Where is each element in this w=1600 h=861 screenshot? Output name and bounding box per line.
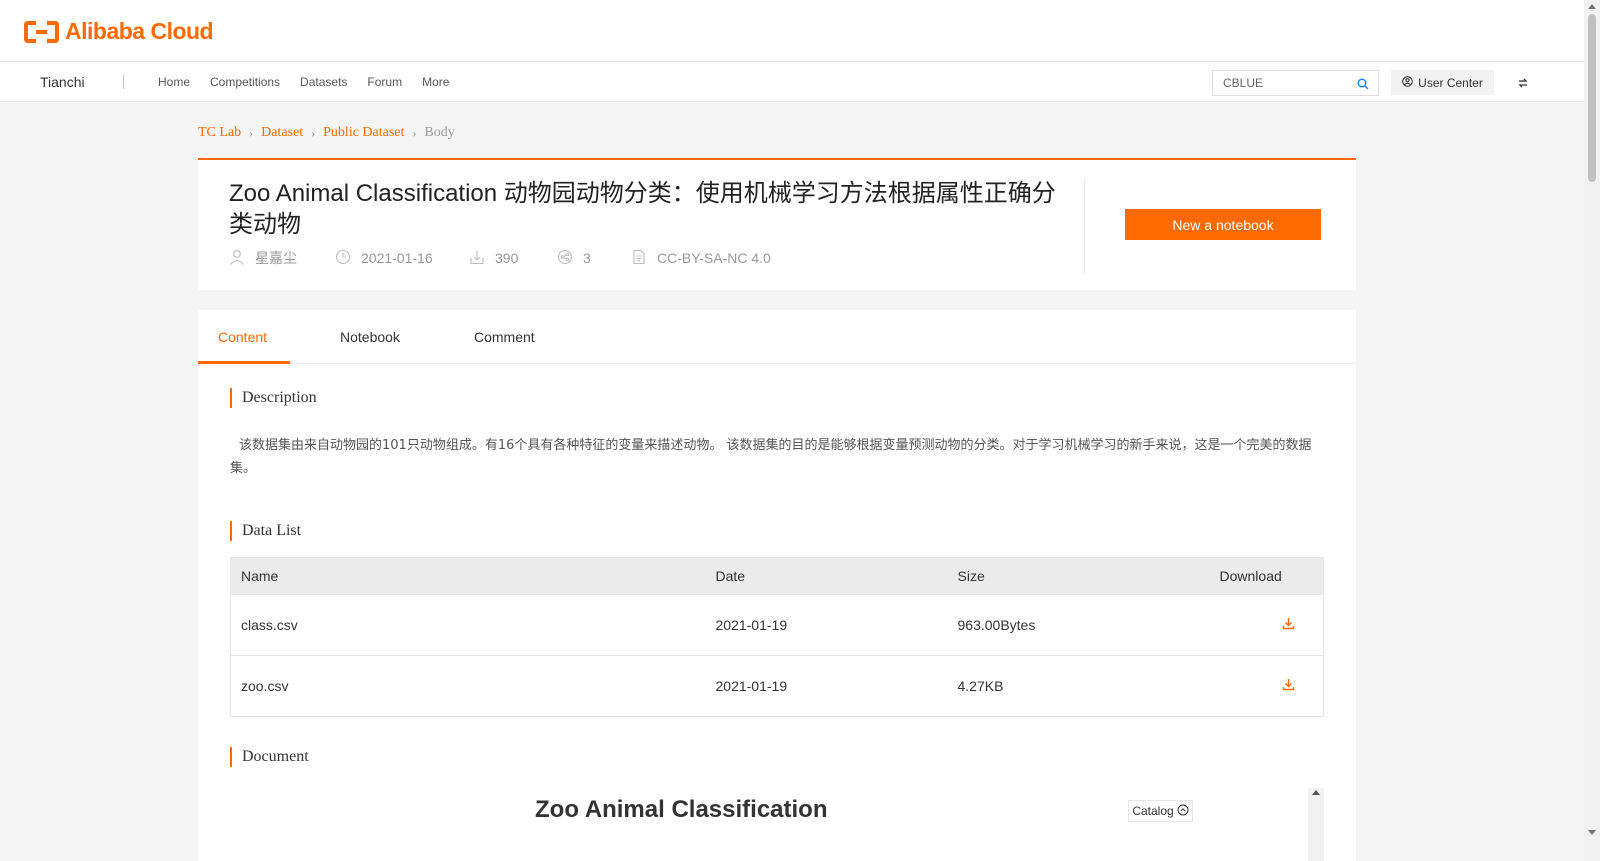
clock-icon	[335, 249, 351, 268]
table-header-row: Name Date Size Download	[230, 557, 1324, 595]
meta-license: CC-BY-SA-NC 4.0	[631, 249, 771, 268]
share-count: 3	[583, 250, 591, 266]
breadcrumb: TC Lab › Dataset › Public Dataset › Body	[198, 125, 455, 141]
download-cell	[1209, 594, 1324, 656]
new-notebook-button[interactable]: New a notebook	[1125, 209, 1321, 240]
file-name: class.csv	[230, 594, 706, 656]
meta-author: 星嘉尘	[229, 248, 335, 268]
logo-icon	[24, 20, 59, 43]
file-size: 963.00Bytes	[947, 594, 1210, 656]
download-cell	[1209, 655, 1324, 717]
share-icon	[557, 249, 573, 268]
scroll-up-arrow-icon[interactable]	[1312, 790, 1320, 795]
chevron-up-circle-icon	[1177, 804, 1189, 819]
author-name[interactable]: 星嘉尘	[255, 248, 297, 268]
tab-content[interactable]: Content	[218, 329, 267, 345]
file-size: 4.27KB	[947, 655, 1210, 717]
language-switch-icon[interactable]	[1517, 76, 1529, 94]
publish-date: 2021-01-16	[361, 250, 433, 266]
document-heading: Document	[230, 747, 309, 767]
catalog-button[interactable]: Catalog	[1128, 800, 1193, 822]
file-date: 2021-01-19	[705, 594, 948, 656]
column-header-name: Name	[230, 557, 706, 595]
dataset-title: Zoo Animal Classification 动物园动物分类：使用机械学习…	[229, 180, 1056, 238]
top-nav: Tianchi Home Competitions Datasets Forum…	[0, 63, 1584, 102]
column-header-size: Size	[947, 557, 1210, 595]
meta-downloads: 390	[469, 249, 557, 268]
brand-bar: Alibaba Cloud	[0, 0, 1584, 62]
license-text: CC-BY-SA-NC 4.0	[657, 250, 771, 266]
breadcrumb-public-dataset[interactable]: Public Dataset	[323, 125, 404, 141]
table-row: class.csv 2021-01-19 963.00Bytes	[230, 594, 1324, 656]
dataset-meta: 星嘉尘 2021-01-16 390 3 CC-BY-SA-NC 4.0	[229, 248, 771, 268]
search-input[interactable]	[1213, 71, 1343, 95]
file-name: zoo.csv	[230, 655, 706, 717]
column-header-date: Date	[705, 557, 948, 595]
alibaba-cloud-logo[interactable]: Alibaba Cloud	[24, 18, 214, 45]
user-center-button[interactable]: User Center	[1391, 70, 1494, 95]
user-icon	[1402, 75, 1413, 90]
nav-link-competitions[interactable]: Competitions	[210, 75, 280, 89]
table-row: zoo.csv 2021-01-19 4.27KB	[230, 655, 1324, 717]
active-tab-indicator	[198, 361, 290, 364]
nav-link-datasets[interactable]: Datasets	[300, 75, 347, 89]
download-icon[interactable]	[1282, 678, 1295, 694]
breadcrumb-chevron-icon: ›	[249, 125, 254, 140]
tab-bar: Content Notebook Comment	[198, 310, 1356, 364]
description-heading: Description	[230, 388, 317, 408]
tab-comment[interactable]: Comment	[474, 329, 535, 345]
scroll-down-arrow-icon[interactable]	[1588, 830, 1596, 835]
download-count: 390	[495, 250, 519, 266]
search-box	[1212, 70, 1379, 96]
nav-link-more[interactable]: More	[422, 75, 449, 89]
user-icon	[229, 249, 245, 268]
download-count-icon	[469, 249, 485, 268]
site-name[interactable]: Tianchi	[40, 74, 85, 90]
license-document-icon	[631, 249, 647, 268]
dataset-header-card: Zoo Animal Classification 动物园动物分类：使用机械学习…	[198, 158, 1356, 290]
data-list-table: Name Date Size Download class.csv 2021-0…	[230, 557, 1324, 717]
meta-shares: 3	[557, 249, 631, 268]
nav-link-forum[interactable]: Forum	[367, 75, 402, 89]
nav-divider	[123, 75, 124, 89]
nav-link-home[interactable]: Home	[158, 75, 190, 89]
column-header-download: Download	[1209, 557, 1324, 595]
breadcrumb-current: Body	[424, 125, 455, 140]
description-text: 该数据集由来自动物园的101只动物组成。有16个具有各种特征的变量来描述动物。 …	[230, 438, 1312, 476]
nav-links: Home Competitions Datasets Forum More	[158, 75, 449, 89]
tab-notebook[interactable]: Notebook	[340, 329, 400, 345]
breadcrumb-chevron-icon: ›	[311, 125, 316, 140]
catalog-label: Catalog	[1132, 804, 1174, 818]
document-scrollbar[interactable]	[1308, 788, 1324, 861]
meta-date: 2021-01-16	[335, 249, 469, 268]
download-icon[interactable]	[1282, 617, 1295, 633]
page-scrollbar[interactable]	[1584, 0, 1600, 861]
header-divider	[1084, 178, 1085, 274]
logo-text: Alibaba Cloud	[65, 18, 214, 44]
scrollbar-thumb[interactable]	[1588, 14, 1596, 182]
document-title: Zoo Animal Classification	[535, 796, 828, 823]
breadcrumb-dataset[interactable]: Dataset	[261, 125, 303, 141]
breadcrumb-chevron-icon: ›	[412, 125, 417, 140]
content-card: Content Notebook Comment Description 该数据…	[198, 310, 1356, 861]
breadcrumb-tc-lab[interactable]: TC Lab	[198, 125, 241, 141]
file-date: 2021-01-19	[705, 655, 948, 717]
search-icon[interactable]	[1357, 77, 1369, 95]
data-list-heading: Data List	[230, 521, 301, 541]
scroll-up-arrow-icon[interactable]	[1588, 4, 1596, 9]
user-center-label: User Center	[1418, 75, 1483, 90]
